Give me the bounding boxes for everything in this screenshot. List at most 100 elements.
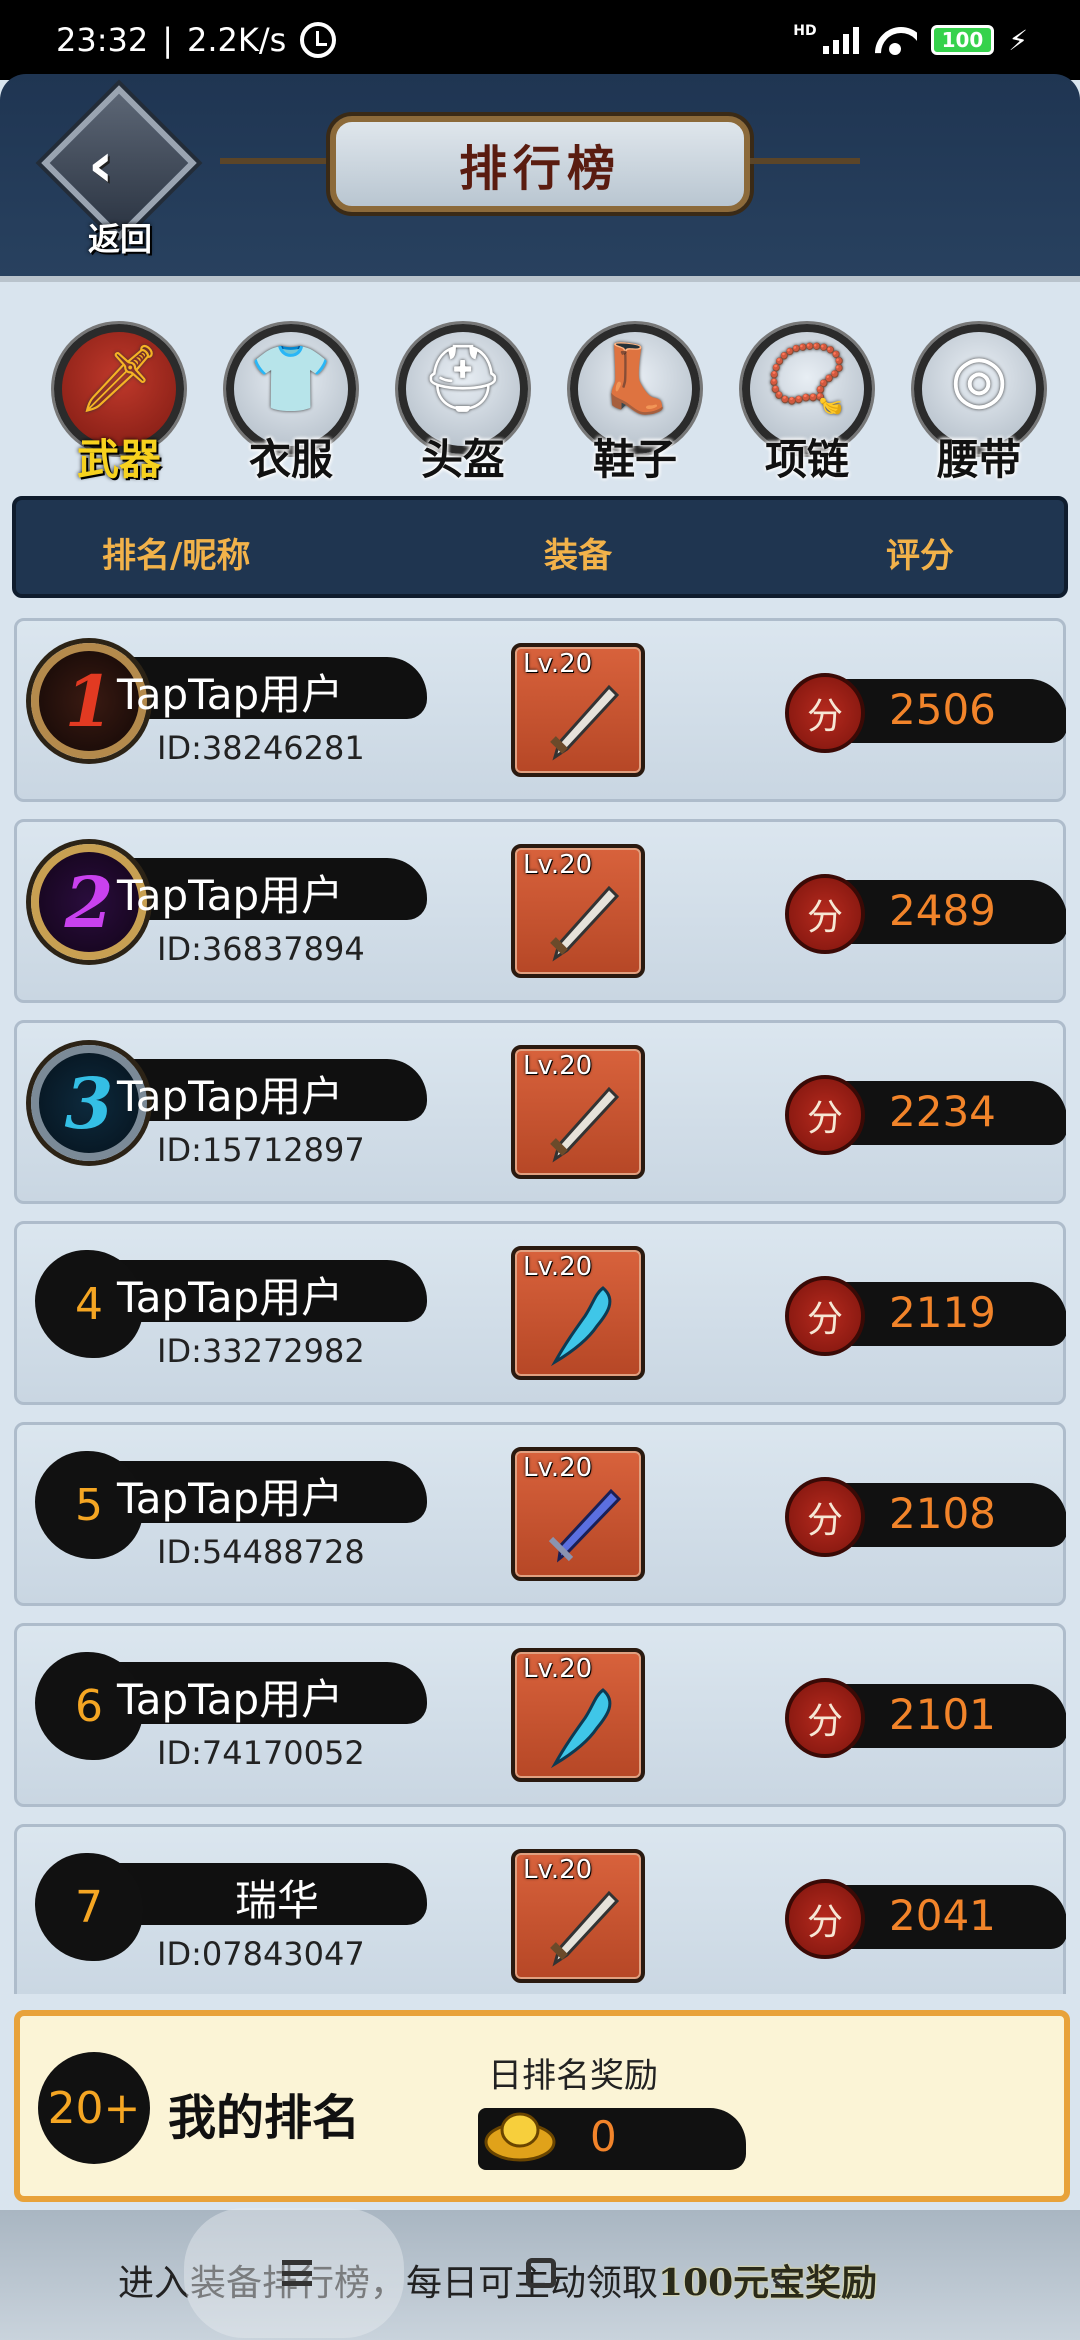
armor-icon: 👕 bbox=[249, 340, 333, 417]
equipment-slot[interactable]: Lv.20 bbox=[511, 1447, 645, 1581]
table-row[interactable]: 1 TapTap用户 ID:38246281 Lv.20 分 2506 bbox=[14, 618, 1066, 802]
back-button[interactable]: ‹ 返回 bbox=[41, 85, 197, 258]
daily-reward-value: 0 bbox=[590, 2112, 617, 2161]
sword-icon bbox=[550, 1086, 620, 1163]
back-arrow-icon: ‹ bbox=[88, 128, 114, 201]
ice-blade-icon bbox=[550, 1688, 612, 1769]
score-value: 2506 bbox=[889, 685, 996, 734]
table-row[interactable]: 6 TapTap用户 ID:74170052 Lv.20 分 2101 bbox=[14, 1623, 1066, 1807]
equipment-level: Lv.20 bbox=[523, 649, 593, 679]
tab-shoes[interactable]: 👢 鞋子 bbox=[556, 318, 706, 488]
equipment-level: Lv.20 bbox=[523, 1654, 593, 1684]
my-rank-label: 我的排名 bbox=[168, 2090, 361, 2146]
title-ornament-left bbox=[220, 158, 330, 164]
score-value: 2234 bbox=[889, 1087, 996, 1136]
header: ‹ 返回 排行榜 bbox=[0, 74, 1080, 282]
player-id: ID:07843047 bbox=[157, 1935, 365, 1973]
player-id: ID:38246281 bbox=[157, 729, 365, 767]
tab-label: 项链 bbox=[764, 435, 849, 484]
boot-icon: 👢 bbox=[593, 340, 677, 417]
equipment-level: Lv.20 bbox=[523, 1051, 593, 1081]
score-value: 2108 bbox=[889, 1489, 996, 1538]
page-title: 排行榜 bbox=[458, 141, 621, 197]
score-value: 2489 bbox=[889, 886, 996, 935]
tab-label: 腰带 bbox=[936, 435, 1021, 484]
wifi-icon bbox=[873, 25, 917, 55]
back-icon[interactable]: ‹ bbox=[770, 2256, 786, 2302]
player-name: 瑞华 bbox=[234, 1876, 319, 1925]
equipment-level: Lv.20 bbox=[523, 1453, 593, 1483]
status-divider: | bbox=[162, 21, 173, 59]
clock: 23:32 bbox=[56, 21, 149, 59]
tab-helmet[interactable]: ⛑ 头盔 bbox=[384, 318, 534, 488]
necklace-icon: 📿 bbox=[765, 340, 849, 417]
alarm-icon bbox=[300, 22, 337, 58]
charging-icon: ⚡ bbox=[1008, 23, 1028, 57]
equipment-slot[interactable]: Lv.20 bbox=[511, 1648, 645, 1782]
status-right: HD 100 ⚡ bbox=[793, 23, 1028, 57]
my-rank-panel: 20+ 我的排名 日排名奖励 0 bbox=[14, 2010, 1070, 2202]
score-seal-icon: 分 bbox=[785, 1879, 865, 1959]
sword-icon bbox=[550, 1890, 620, 1967]
equipment-level: Lv.20 bbox=[523, 1252, 593, 1282]
hd-label: HD bbox=[793, 23, 817, 39]
table-row[interactable]: 3 TapTap用户 ID:15712897 Lv.20 分 2234 bbox=[14, 1020, 1066, 1204]
table-row[interactable]: 7 瑞华 ID:07843047 Lv.20 分 2041 bbox=[14, 1824, 1066, 1994]
player-name: TapTap用户 bbox=[117, 1474, 344, 1523]
equipment-slot[interactable]: Lv.20 bbox=[511, 1849, 645, 1983]
player-name: TapTap用户 bbox=[117, 1273, 344, 1322]
equipment-slot[interactable]: Lv.20 bbox=[511, 1045, 645, 1179]
notice-highlight: 100元宝奖励 bbox=[658, 2262, 878, 2304]
player-id: ID:15712897 bbox=[157, 1131, 365, 1169]
tab-necklace[interactable]: 📿 项链 bbox=[728, 318, 878, 488]
equipment-slot[interactable]: Lv.20 bbox=[511, 844, 645, 978]
tab-belt[interactable]: ◎ 腰带 bbox=[900, 318, 1050, 488]
table-row[interactable]: 5 TapTap用户 ID:54488728 Lv.20 分 2108 bbox=[14, 1422, 1066, 1606]
title-plaque: 排行榜 bbox=[330, 116, 750, 212]
equipment-level: Lv.20 bbox=[523, 1855, 593, 1885]
ranking-list[interactable]: 1 TapTap用户 ID:38246281 Lv.20 分 2506 2 Ta… bbox=[14, 618, 1066, 1994]
back-label: 返回 bbox=[87, 220, 152, 258]
tab-label: 武器 bbox=[76, 435, 161, 484]
score-seal-icon: 分 bbox=[785, 1075, 865, 1155]
equipment-slot[interactable]: Lv.20 bbox=[511, 643, 645, 777]
gold-ingot-icon bbox=[484, 2112, 556, 2162]
score-value: 2101 bbox=[889, 1690, 996, 1739]
player-id: ID:33272982 bbox=[157, 1332, 365, 1370]
column-header: 排名/昵称 装备 评分 bbox=[12, 496, 1068, 598]
player-id: ID:36837894 bbox=[157, 930, 365, 968]
column-rank: 排名/昵称 bbox=[102, 536, 251, 576]
sword-icon: 🗡 bbox=[77, 340, 161, 417]
score-seal-icon: 分 bbox=[785, 874, 865, 954]
signal-icon bbox=[822, 26, 859, 54]
table-row[interactable]: 4 TapTap用户 ID:33272982 Lv.20 分 2119 bbox=[14, 1221, 1066, 1405]
equipment-slot[interactable]: Lv.20 bbox=[511, 1246, 645, 1380]
status-bar: 23:32 | 2.2K/s HD 100 ⚡ bbox=[0, 0, 1080, 80]
status-left: 23:32 | 2.2K/s bbox=[56, 21, 337, 59]
menu-icon[interactable] bbox=[282, 2260, 312, 2286]
home-icon[interactable] bbox=[526, 2258, 556, 2288]
player-id: ID:74170052 bbox=[157, 1734, 365, 1772]
player-name: TapTap用户 bbox=[117, 670, 344, 719]
tab-clothes[interactable]: 👕 衣服 bbox=[212, 318, 362, 488]
daily-reward-title: 日排名奖励 bbox=[488, 2056, 658, 2096]
network-speed: 2.2K/s bbox=[187, 21, 287, 59]
sword-icon bbox=[550, 885, 620, 962]
belt-icon: ◎ bbox=[950, 340, 1008, 417]
score-seal-icon: 分 bbox=[785, 673, 865, 753]
player-name: TapTap用户 bbox=[117, 1072, 344, 1121]
tab-label: 头盔 bbox=[420, 435, 505, 484]
title-ornament-right bbox=[750, 158, 860, 164]
column-equip: 装备 bbox=[544, 536, 612, 576]
player-name: TapTap用户 bbox=[117, 871, 344, 920]
tab-label: 衣服 bbox=[248, 435, 333, 484]
equipment-level: Lv.20 bbox=[523, 850, 593, 880]
ice-blade-icon bbox=[550, 1286, 612, 1367]
tab-weapon[interactable]: 🗡 武器 bbox=[40, 318, 190, 488]
score-value: 2119 bbox=[889, 1288, 996, 1337]
table-row[interactable]: 2 TapTap用户 ID:36837894 Lv.20 分 2489 bbox=[14, 819, 1066, 1003]
score-seal-icon: 分 bbox=[785, 1276, 865, 1356]
score-seal-icon: 分 bbox=[785, 1477, 865, 1557]
blue-sword-icon bbox=[548, 1488, 622, 1563]
column-score: 评分 bbox=[886, 536, 954, 576]
